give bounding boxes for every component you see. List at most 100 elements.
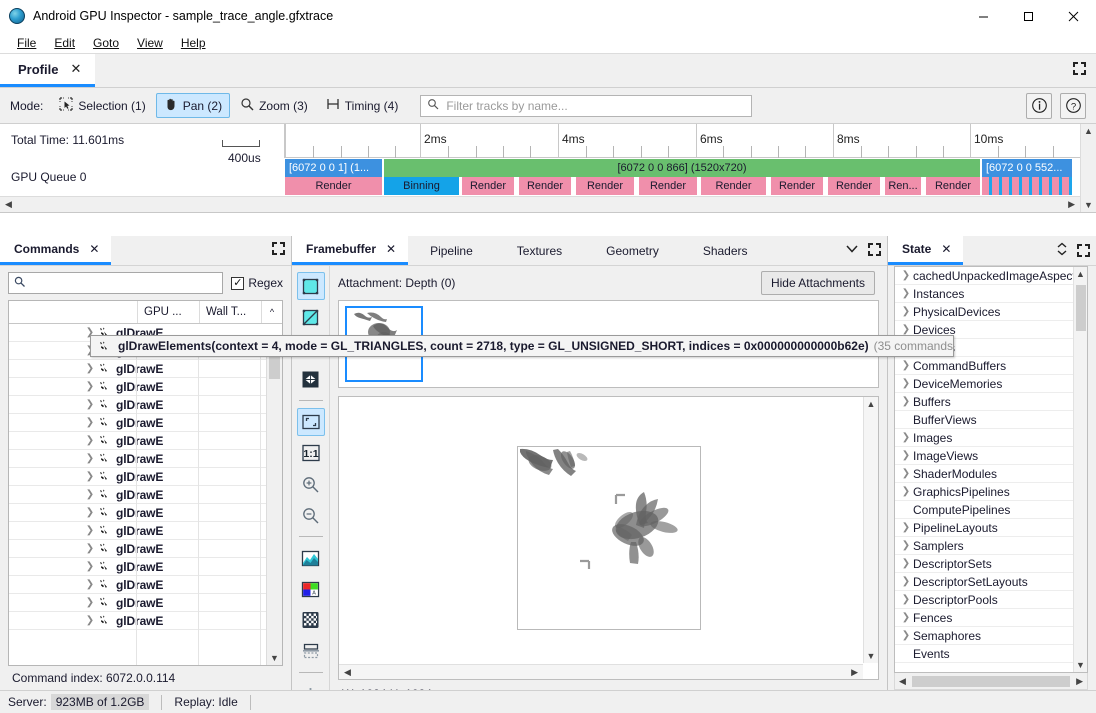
table-row[interactable]: ❯ glDrawE (9, 540, 282, 558)
row-expand-icon[interactable]: ❯ (899, 540, 913, 551)
regex-checkbox[interactable]: ✓ Regex (231, 276, 283, 290)
tab-state-close-icon[interactable]: ✕ (941, 242, 951, 256)
menu-help[interactable]: Help (172, 34, 215, 52)
commands-search-input[interactable] (30, 275, 217, 291)
framebuffer-vertical-scrollbar[interactable]: ▲ ▼ (863, 397, 878, 663)
timeline-bar-frame-552[interactable]: [6072 0 0 552... (982, 159, 1072, 177)
list-item[interactable]: ❯GraphicsPipelines (895, 483, 1087, 501)
row-expand-icon[interactable]: ❯ (83, 471, 97, 482)
scroll-down-icon[interactable]: ▼ (1082, 198, 1095, 212)
maximize-profile-panel-icon[interactable] (1073, 62, 1086, 75)
mode-selection-button[interactable]: Selection (1) (51, 93, 153, 118)
table-row[interactable]: ❯ glDrawE (9, 486, 282, 504)
timeline-bar-render[interactable]: Render (828, 177, 880, 195)
tab-framebuffer-close-icon[interactable]: ✕ (386, 242, 396, 256)
timeline-bar-frame-866[interactable]: [6072 0 0 866] (1520x720) (384, 159, 980, 177)
list-item[interactable]: ❯DescriptorPools (895, 591, 1087, 609)
table-row[interactable]: ❯ glDrawE (9, 396, 282, 414)
commands-search-field[interactable] (8, 272, 223, 294)
menu-goto[interactable]: Goto (84, 34, 128, 52)
list-item[interactable]: ComputePipelines (895, 501, 1087, 519)
timeline-bar-render[interactable]: Render (462, 177, 514, 195)
row-expand-icon[interactable]: ❯ (899, 396, 913, 407)
framebuffer-depth-image[interactable] (517, 446, 701, 630)
timeline-bar-render[interactable]: Render (701, 177, 766, 195)
scroll-left-icon[interactable]: ◀ (342, 665, 353, 680)
table-row[interactable]: ❯ glDrawE (9, 450, 282, 468)
minimize-button[interactable] (961, 0, 1006, 32)
state-scroll-thumb[interactable] (1076, 285, 1086, 331)
timeline-bar-render-group-striped[interactable] (982, 177, 1072, 195)
filter-tracks-input[interactable] (444, 98, 745, 114)
scroll-left-icon[interactable]: ◀ (897, 674, 908, 689)
row-expand-icon[interactable]: ❯ (899, 594, 913, 605)
row-expand-icon[interactable]: ❯ (83, 561, 97, 572)
row-expand-icon[interactable]: ❯ (83, 363, 97, 374)
commands-table-body[interactable]: ❯ glDrawE ❯ glDrawE ❯ glDrawE (9, 324, 282, 665)
list-item[interactable]: ❯Samplers (895, 537, 1087, 555)
maximize-framebuffer-panel-icon[interactable] (868, 243, 881, 256)
color-attachment-icon[interactable] (297, 272, 325, 300)
tab-pipeline[interactable]: Pipeline (408, 236, 495, 265)
framebuffer-horizontal-scrollbar[interactable]: ◀ ▶ (339, 664, 863, 679)
list-item[interactable]: ❯Buffers (895, 393, 1087, 411)
row-expand-icon[interactable]: ❯ (83, 615, 97, 626)
table-row[interactable]: ❯ glDrawE (9, 558, 282, 576)
menu-file[interactable]: File (8, 34, 45, 52)
list-item[interactable]: ❯DeviceMemories (895, 375, 1087, 393)
list-item[interactable]: ❯ImageViews (895, 447, 1087, 465)
state-vertical-scrollbar[interactable]: ▲ ▼ (1073, 267, 1087, 672)
filter-tracks-field[interactable] (420, 95, 752, 117)
timeline-bar-render[interactable]: Render (926, 177, 980, 195)
tab-textures[interactable]: Textures (495, 236, 584, 265)
table-row[interactable]: ❯ glDrawE (9, 378, 282, 396)
timeline-track-gpu-queue-0[interactable]: [6072 0 0 1] (1... [6072 0 0 866] (1520x… (285, 159, 1080, 195)
scroll-right-icon[interactable]: ▶ (1066, 197, 1077, 212)
menu-view[interactable]: View (128, 34, 172, 52)
wireframe-icon[interactable] (297, 365, 325, 393)
maximize-commands-panel-icon[interactable] (272, 242, 285, 255)
row-expand-icon[interactable]: ❯ (83, 525, 97, 536)
row-expand-icon[interactable]: ❯ (899, 576, 913, 587)
timeline-bar-binning[interactable]: Binning (384, 177, 459, 195)
flip-vertically-icon[interactable] (297, 637, 325, 665)
row-expand-icon[interactable]: ❯ (83, 579, 97, 590)
column-header-name[interactable] (9, 301, 138, 323)
close-button[interactable] (1051, 0, 1096, 32)
row-expand-icon[interactable]: ❯ (899, 468, 913, 479)
column-sort-indicator-icon[interactable]: ^ (262, 301, 282, 323)
row-expand-icon[interactable]: ❯ (899, 360, 913, 371)
list-item[interactable]: ❯Images (895, 429, 1087, 447)
chevron-down-icon[interactable] (845, 242, 859, 256)
list-item[interactable]: ❯CommandBuffers (895, 357, 1087, 375)
scroll-left-icon[interactable]: ◀ (3, 197, 14, 212)
color-channels-icon[interactable]: A (297, 575, 325, 603)
row-expand-icon[interactable]: ❯ (899, 558, 913, 569)
scroll-down-icon[interactable]: ▼ (1074, 658, 1087, 672)
state-tree[interactable]: ❯cachedUnpackedImageAspect ❯Instances ❯P… (894, 266, 1088, 673)
list-item[interactable]: ❯Semaphores (895, 627, 1087, 645)
fit-to-window-icon[interactable] (297, 408, 325, 436)
row-expand-icon[interactable]: ❯ (899, 288, 913, 299)
list-item[interactable]: ❯PhysicalDevices (895, 303, 1087, 321)
column-header-wall-time[interactable]: Wall T... (200, 301, 262, 323)
scroll-down-icon[interactable]: ▼ (865, 649, 878, 663)
depth-attachment-icon[interactable] (297, 303, 325, 331)
scroll-up-icon[interactable]: ▲ (865, 397, 878, 411)
state-hscroll-thumb[interactable] (912, 676, 1070, 687)
timeline-bar-frame-1[interactable]: [6072 0 0 1] (1... (285, 159, 382, 177)
table-row[interactable]: ❯ glDrawE (9, 612, 282, 630)
row-expand-icon[interactable]: ❯ (83, 597, 97, 608)
table-row[interactable]: ❯ glDrawE (9, 360, 282, 378)
list-item[interactable]: BufferViews (895, 411, 1087, 429)
row-expand-icon[interactable]: ❯ (83, 417, 97, 428)
scroll-up-icon[interactable]: ▲ (1074, 267, 1087, 281)
expand-collapse-all-icon[interactable] (1056, 242, 1068, 259)
row-expand-icon[interactable]: ❯ (899, 432, 913, 443)
row-expand-icon[interactable]: ❯ (899, 378, 913, 389)
framebuffer-image-viewer[interactable]: ▲ ▼ ◀ ▶ (338, 396, 879, 680)
row-expand-icon[interactable]: ❯ (899, 522, 913, 533)
scroll-down-icon[interactable]: ▼ (268, 651, 281, 665)
maximize-state-panel-icon[interactable] (1077, 244, 1090, 257)
row-expand-icon[interactable]: ❯ (899, 270, 913, 281)
